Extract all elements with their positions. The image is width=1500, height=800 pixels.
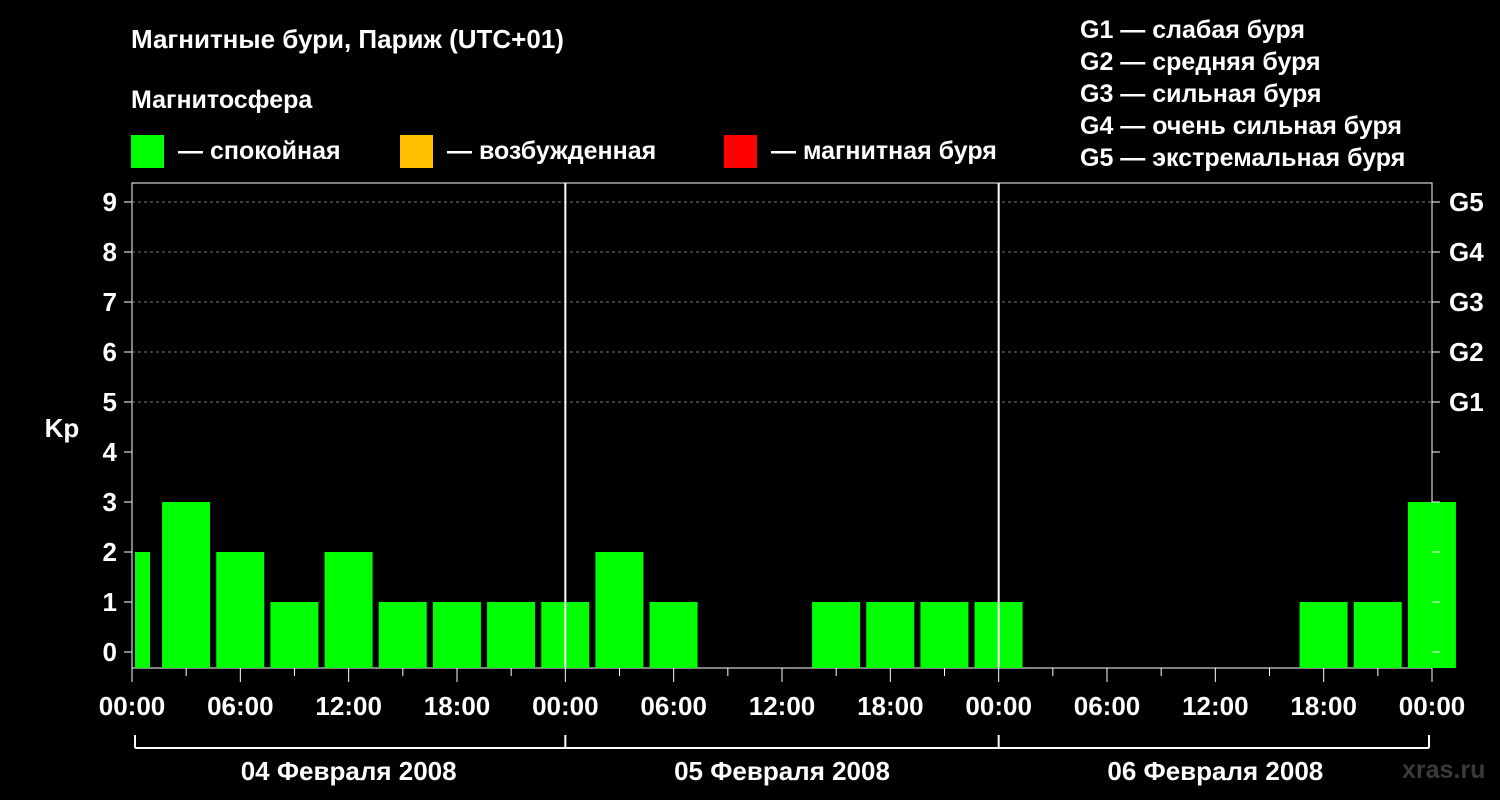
- x-tick-label-4: 00:00: [532, 691, 599, 721]
- watermark: xras.ru: [1402, 756, 1486, 784]
- x-tick-label-11: 18:00: [1290, 691, 1357, 721]
- day-label-0: 04 Февраля 2008: [241, 756, 457, 786]
- kp-bar-1: [162, 502, 211, 668]
- day-label-2: 06 Февраля 2008: [1107, 756, 1323, 786]
- kp-bar-6: [432, 602, 481, 668]
- g-label-g5: G5: [1449, 187, 1484, 217]
- x-tick-label-7: 18:00: [857, 691, 924, 721]
- y-tick-label-3: 3: [103, 487, 117, 517]
- kp-bar-15: [920, 602, 969, 668]
- kp-bar-14: [866, 602, 915, 668]
- x-tick-label-2: 12:00: [315, 691, 382, 721]
- g-label-g2: G2: [1449, 337, 1484, 367]
- kp-bar-3: [270, 602, 319, 668]
- kp-bar-9: [595, 552, 644, 668]
- y-tick-label-9: 9: [103, 187, 117, 217]
- x-tick-label-12: 00:00: [1399, 691, 1466, 721]
- kp-bar-0: [135, 552, 150, 668]
- x-tick-label-9: 06:00: [1074, 691, 1141, 721]
- y-tick-label-7: 7: [103, 287, 117, 317]
- x-tick-label-3: 18:00: [424, 691, 491, 721]
- y-tick-label-5: 5: [103, 387, 117, 417]
- kp-bar-24: [1407, 502, 1456, 668]
- day-label-1: 05 Февраля 2008: [674, 756, 890, 786]
- y-tick-label-2: 2: [103, 537, 117, 567]
- kp-bar-23: [1353, 602, 1402, 668]
- x-tick-label-6: 12:00: [749, 691, 816, 721]
- kp-bar-10: [649, 602, 698, 668]
- kp-bar-5: [378, 602, 427, 668]
- y-axis-label: Kp: [45, 413, 80, 443]
- x-tick-label-1: 06:00: [207, 691, 274, 721]
- y-tick-label-4: 4: [103, 437, 118, 467]
- y-tick-label-1: 1: [103, 587, 117, 617]
- kp-bar-7: [487, 602, 536, 668]
- kp-bar-chart: 0 1 2 3 4 5 6 7 8 9 Kp G1 G2 G3 G4 G5 00:00 06:00 12:00 18:…: [45, 182, 1484, 786]
- kp-bar-13: [812, 602, 861, 668]
- y-tick-label-8: 8: [103, 237, 117, 267]
- y-tick-label-6: 6: [103, 337, 117, 367]
- x-tick-label-10: 12:00: [1182, 691, 1249, 721]
- y-tick-label-0: 0: [103, 637, 117, 667]
- kp-bar-4: [324, 552, 373, 668]
- kp-bar-2: [216, 552, 265, 668]
- g-label-g4: G4: [1449, 237, 1484, 267]
- g-label-g1: G1: [1449, 387, 1484, 417]
- kp-bar-22: [1299, 602, 1348, 668]
- g-label-g3: G3: [1449, 287, 1484, 317]
- x-tick-label-8: 00:00: [965, 691, 1032, 721]
- x-tick-label-5: 06:00: [640, 691, 707, 721]
- x-tick-label-0: 00:00: [99, 691, 166, 721]
